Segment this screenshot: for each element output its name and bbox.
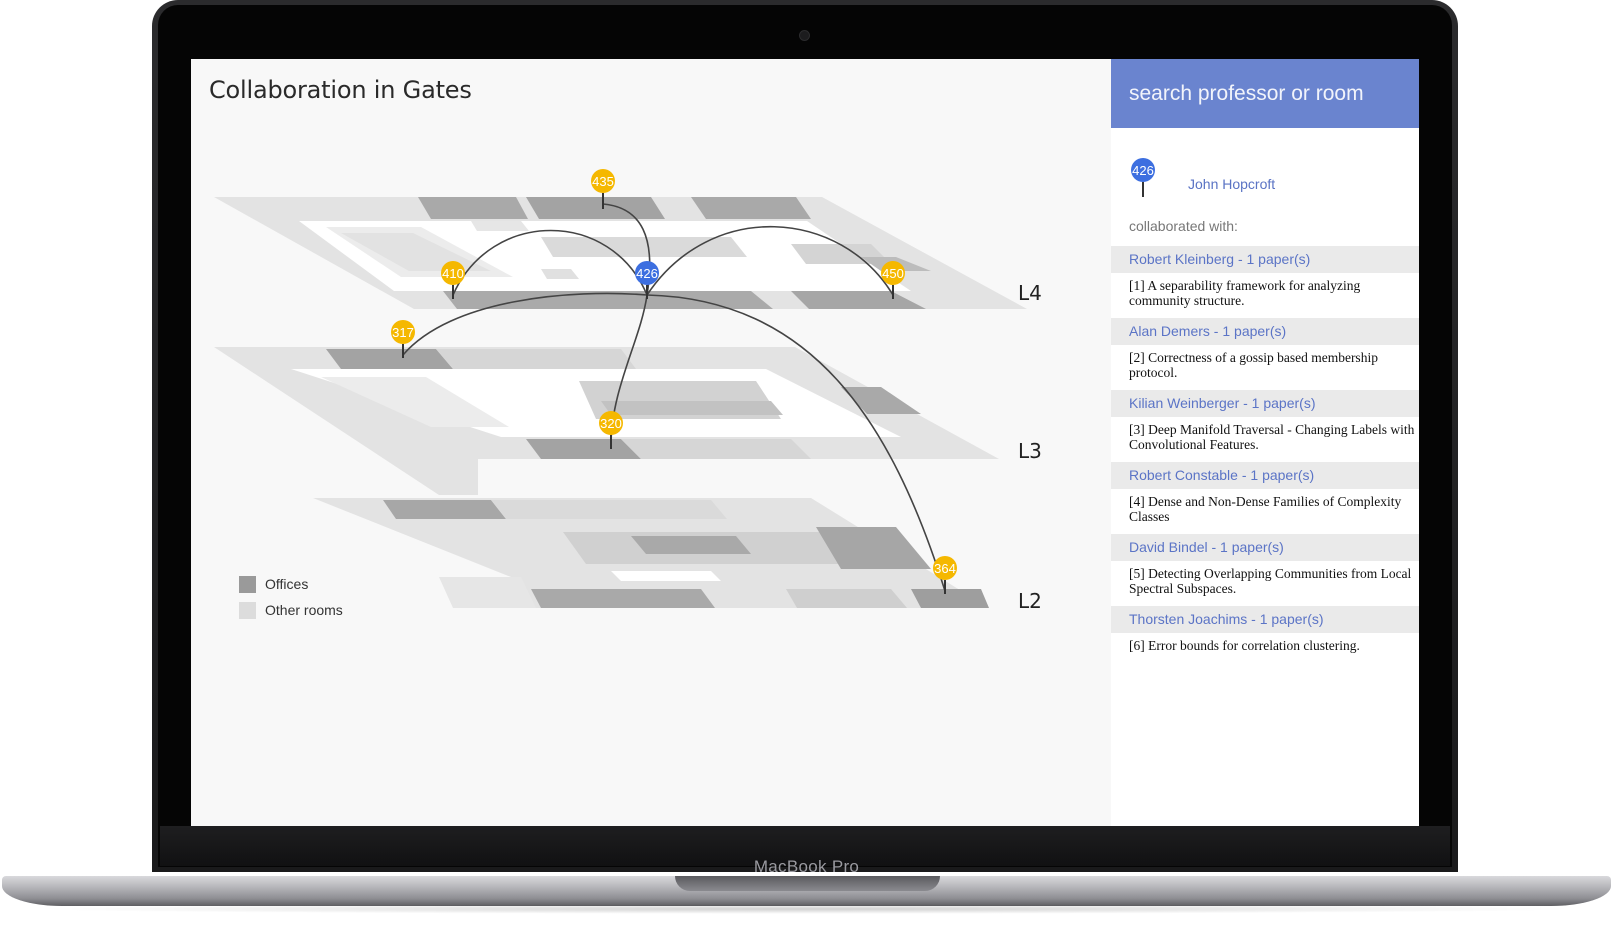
svg-text:410: 410 — [442, 266, 464, 281]
paper-title: [3] Deep Manifold Traversal - Changing L… — [1129, 422, 1415, 452]
paper-title: [1] A separability framework for analyzi… — [1129, 278, 1361, 308]
map-legend: Offices Other rooms — [239, 571, 343, 623]
svg-text:364: 364 — [934, 561, 956, 576]
collaborator-name[interactable]: Alan Demers - 1 paper(s) — [1111, 318, 1419, 345]
app-screen: Collaboration in Gates 435 410 426 450 3… — [191, 59, 1419, 826]
legend-offices: Offices — [239, 571, 343, 597]
device-brand: MacBook Pro — [753, 857, 860, 876]
floor-label-l4: L4 — [1018, 281, 1042, 305]
svg-text:320: 320 — [600, 416, 622, 431]
paper-title: [6] Error bounds for correlation cluster… — [1129, 638, 1360, 653]
paper-title: [4] Dense and Non-Dense Families of Comp… — [1129, 494, 1402, 524]
floor-label-l3: L3 — [1018, 439, 1042, 463]
collaborated-label: collaborated with: — [1129, 218, 1238, 234]
svg-text:426: 426 — [1132, 163, 1154, 178]
floor-label-l2: L2 — [1018, 589, 1042, 613]
laptop-shadow — [30, 904, 1583, 914]
list-item: Kilian Weinberger - 1 paper(s) [3] Deep … — [1111, 390, 1419, 462]
collaborator-name[interactable]: Thorsten Joachims - 1 paper(s) — [1111, 606, 1419, 633]
sidebar: 426 John Hopcroft collaborated with: Rob… — [1111, 59, 1419, 826]
search-input[interactable] — [1129, 81, 1409, 106]
svg-text:435: 435 — [592, 174, 614, 189]
paper-title: [2] Correctness of a gossip based member… — [1129, 350, 1378, 380]
legend-other-rooms: Other rooms — [239, 597, 343, 623]
other-rooms-swatch — [239, 601, 256, 619]
offices-swatch — [239, 575, 256, 593]
list-item: Robert Kleinberg - 1 paper(s) [1] A sepa… — [1111, 246, 1419, 318]
camera-icon — [799, 30, 810, 41]
search-bar — [1111, 59, 1419, 128]
list-item: Alan Demers - 1 paper(s) [2] Correctness… — [1111, 318, 1419, 390]
list-item: Robert Constable - 1 paper(s) [4] Dense … — [1111, 462, 1419, 534]
legend-offices-label: Offices — [265, 576, 309, 592]
collaborator-name[interactable]: David Bindel - 1 paper(s) — [1111, 534, 1419, 561]
selected-room-pin: 426 — [1131, 158, 1155, 197]
collaborator-name[interactable]: Kilian Weinberger - 1 paper(s) — [1111, 390, 1419, 417]
laptop-notch — [675, 876, 940, 891]
floor-map: 435 410 426 450 317 320 364 — [214, 169, 1027, 608]
selected-professor-name[interactable]: John Hopcroft — [1188, 176, 1275, 192]
selected-professor[interactable]: 426 John Hopcroft — [1111, 128, 1419, 200]
legend-other-rooms-label: Other rooms — [265, 602, 343, 618]
floor-l4-plan[interactable] — [214, 197, 1027, 309]
svg-text:317: 317 — [392, 325, 414, 340]
list-item: David Bindel - 1 paper(s) [5] Detecting … — [1111, 534, 1419, 606]
svg-text:426: 426 — [636, 266, 658, 281]
collaborator-name[interactable]: Robert Kleinberg - 1 paper(s) — [1111, 246, 1419, 273]
floor-l2-plan[interactable] — [313, 498, 989, 608]
list-item: Thorsten Joachims - 1 paper(s) [6] Error… — [1111, 606, 1419, 678]
collaborator-name[interactable]: Robert Constable - 1 paper(s) — [1111, 462, 1419, 489]
paper-title: [5] Detecting Overlapping Communities fr… — [1129, 566, 1412, 596]
svg-text:450: 450 — [882, 266, 904, 281]
